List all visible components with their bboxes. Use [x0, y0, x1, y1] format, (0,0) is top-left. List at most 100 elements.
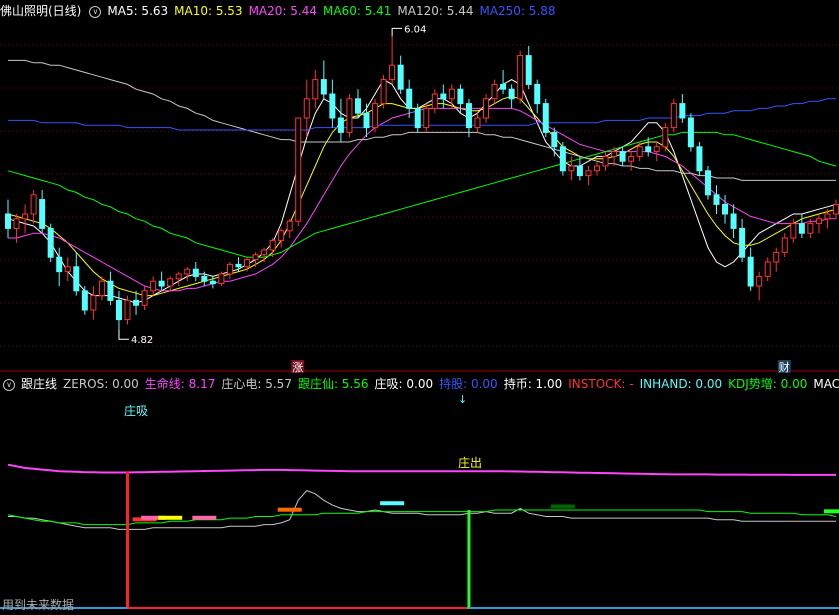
candle-body: [517, 55, 524, 100]
candle-body: [269, 239, 276, 251]
candle: [141, 286, 148, 310]
stock-name: 佛山照明(日线): [0, 4, 82, 18]
candle-body: [824, 213, 831, 220]
candle-body: [704, 170, 711, 196]
candle-body: [457, 88, 464, 105]
candle: [363, 103, 370, 138]
candle-body: [670, 103, 677, 129]
ma-line-ma250: [8, 98, 836, 131]
candle-body: [448, 88, 455, 100]
candle: [491, 79, 498, 104]
candle: [619, 146, 626, 166]
candle: [73, 252, 80, 296]
candle-body: [90, 295, 97, 311]
candle: [704, 166, 711, 200]
sub-header: ∨ 跟庄线 ZEROS: 0.00 生命线: 8.17 庄心电: 5.57 跟庄仙: 5.…: [0, 375, 839, 393]
candle: [764, 257, 771, 282]
ma10-value: MA10: 5.53: [174, 4, 243, 18]
collapse-icon[interactable]: ∨: [3, 378, 15, 391]
collapse-icon[interactable]: ∨: [89, 5, 102, 18]
genzhuangxian-value: 跟庄仙: 5.56: [297, 377, 369, 391]
candle-body: [628, 155, 635, 162]
candle: [133, 290, 140, 315]
candle: [47, 223, 54, 262]
candle: [756, 271, 763, 301]
candle: [747, 247, 754, 291]
candle: [380, 74, 387, 109]
candle: [585, 166, 592, 186]
candle-body: [576, 165, 583, 177]
candle: [431, 89, 438, 114]
ma20-value: MA20: 5.44: [248, 4, 317, 18]
candle-body: [312, 79, 319, 100]
candle-body: [619, 151, 626, 162]
candle: [261, 247, 268, 262]
candle-body: [559, 146, 566, 172]
candle: [184, 266, 191, 282]
marker-cai: 财: [777, 360, 791, 373]
candle-body: [500, 83, 507, 90]
candle-body: [756, 275, 763, 287]
candle: [833, 199, 839, 219]
candle: [167, 276, 174, 291]
candle: [354, 89, 361, 118]
candle-body: [39, 199, 46, 229]
candle: [679, 94, 686, 123]
candle: [739, 218, 746, 262]
candle-body: [687, 117, 694, 148]
zhuangxindian-value: 庄心电: 5.57: [221, 377, 292, 391]
candle: [713, 185, 720, 214]
candle-body: [175, 273, 182, 280]
candle-body: [218, 273, 225, 285]
signal-bar: [192, 515, 217, 520]
candle-body: [525, 55, 532, 85]
candle-body: [508, 88, 515, 100]
candle-body: [807, 223, 814, 234]
candle: [39, 190, 46, 234]
signal-bar: [824, 509, 839, 514]
candle: [107, 271, 114, 306]
candle-body: [150, 280, 157, 292]
chibi-value: 持币: 1.00: [503, 377, 563, 391]
candle: [483, 94, 490, 123]
candle-body: [696, 146, 703, 172]
candle-body: [295, 117, 302, 222]
candle: [192, 262, 199, 282]
candle-body: [226, 263, 233, 275]
candle: [722, 194, 729, 224]
candle-body: [440, 93, 447, 100]
zhuangxi-label: 庄吸: [124, 403, 148, 418]
candle-body: [278, 230, 285, 241]
candle: [670, 98, 677, 133]
candle: [474, 113, 481, 133]
ma-line-ma60: [7, 131, 837, 258]
candle-body: [235, 263, 242, 268]
candle: [440, 84, 447, 109]
candle-body: [414, 107, 421, 129]
candle-body: [363, 112, 370, 129]
candle-body: [337, 117, 344, 133]
candle: [773, 247, 780, 272]
candle: [115, 290, 122, 330]
signal-arrow: ↓: [458, 393, 467, 406]
signal-bar: [158, 515, 183, 520]
candle: [508, 84, 515, 109]
candle-body: [13, 218, 20, 229]
candle-body: [380, 79, 387, 105]
candle-body: [73, 266, 80, 292]
candle-body: [542, 103, 549, 133]
candle-body: [107, 280, 114, 301]
candle: [423, 103, 430, 133]
candle: [150, 276, 157, 296]
marker-cai-text: 财: [779, 360, 790, 373]
candle: [500, 70, 507, 94]
indicator-line: [7, 509, 837, 526]
candle-body: [739, 227, 746, 258]
candle: [64, 257, 71, 282]
zhuangchu-label: 庄出: [458, 455, 482, 470]
candle-body: [679, 103, 686, 119]
candle-body: [551, 131, 558, 148]
candle: [559, 142, 566, 176]
candle: [662, 122, 669, 152]
candle-body: [645, 146, 652, 153]
